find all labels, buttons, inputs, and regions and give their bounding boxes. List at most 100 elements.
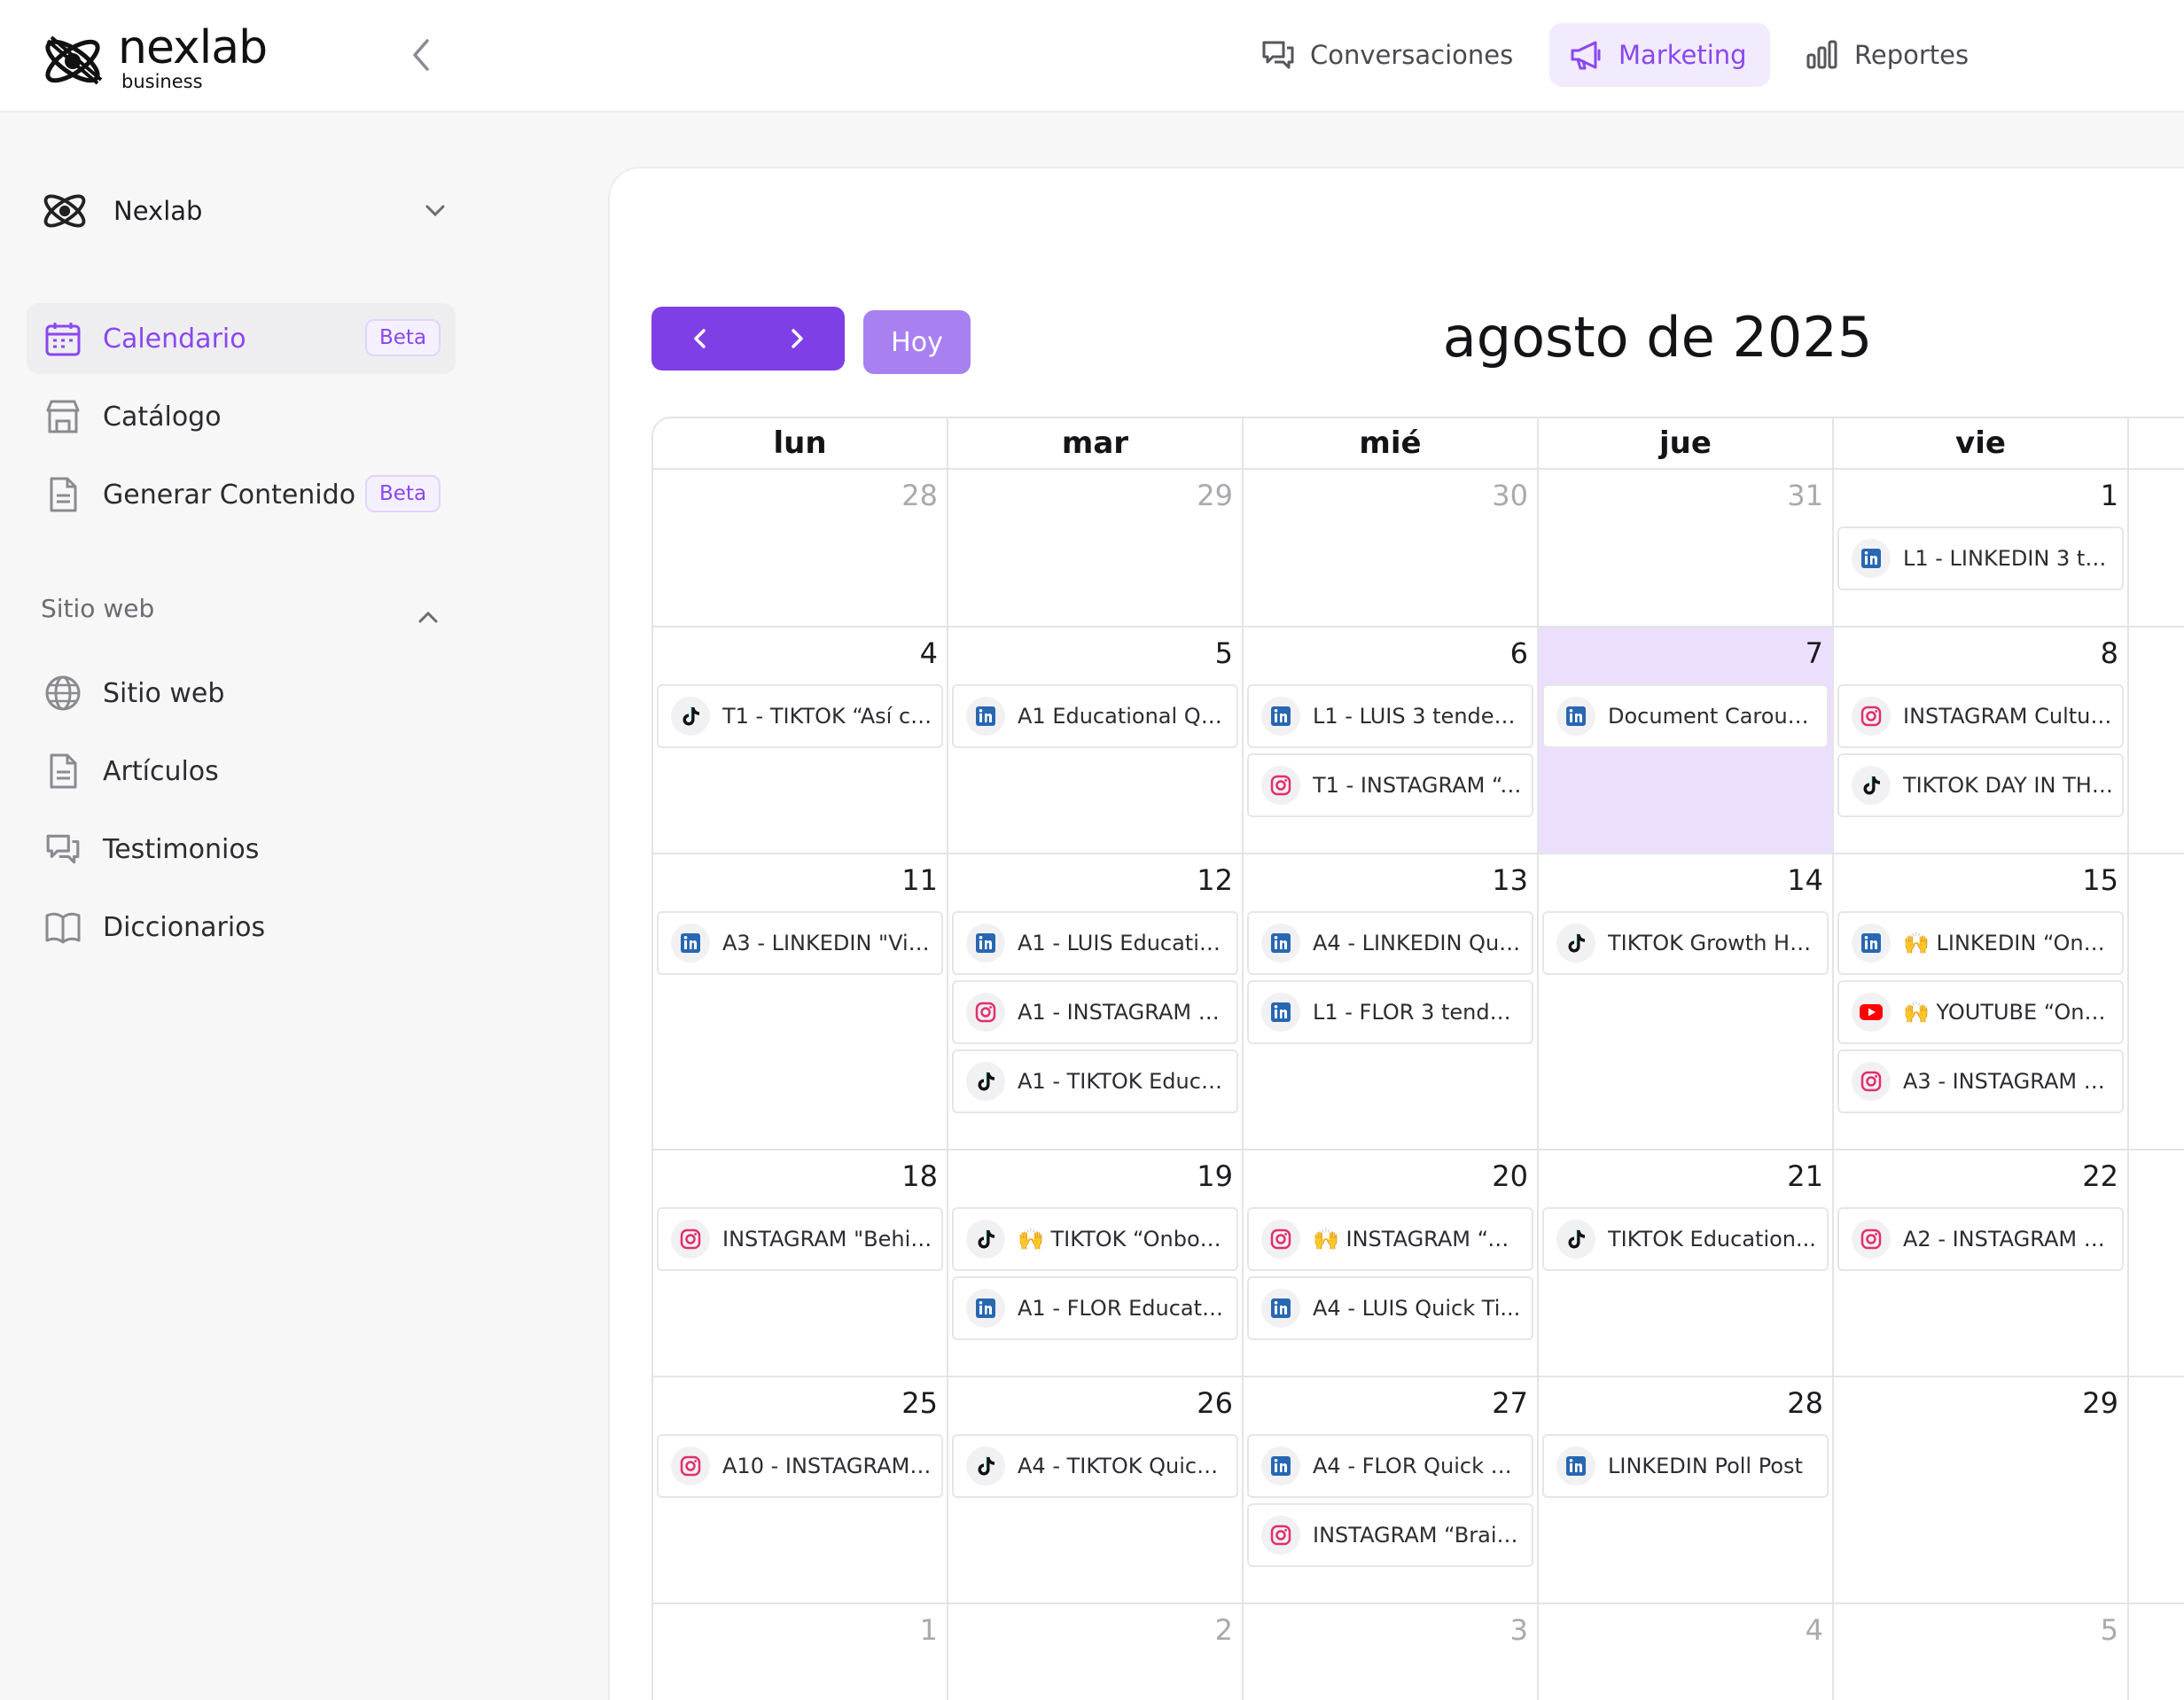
calendar-day-cell[interactable]: 26 A4 - TIKTOK Quick ...: [948, 1377, 1244, 1604]
calendar-day-cell[interactable]: 25 A10 - INSTAGRAM ...: [653, 1377, 948, 1604]
event-title: L1 - LINKEDIN 3 ten...: [1903, 546, 2122, 571]
day-number: 22: [2082, 1159, 2118, 1193]
calendar-day-cell[interactable]: 5 A1 Educational Qui...: [948, 628, 1244, 854]
instagram-icon: [1852, 1220, 1891, 1259]
linkedin-icon: [1852, 924, 1891, 963]
linkedin-icon: [1261, 924, 1300, 963]
linkedin-icon: [966, 1289, 1005, 1328]
calendar-day-cell[interactable]: 1 L1 - LINKEDIN 3 ten...: [1834, 470, 2129, 628]
document-icon: [50, 477, 77, 512]
calendar-event[interactable]: INSTAGRAM “Brain...: [1247, 1503, 1533, 1567]
sidebar-item-generar-contenido[interactable]: Generar Contenido Beta: [27, 459, 456, 530]
calendar-day-cell[interactable]: 29: [1834, 1377, 2129, 1604]
calendar-event[interactable]: 🙌 YOUTUBE “Onbo...: [1837, 980, 2124, 1044]
calendar-day-cell[interactable]: 18 INSTAGRAM "Behin...: [653, 1150, 948, 1377]
calendar-day-cell[interactable]: 12 A1 - LUIS Educatio... A1 - INSTAGRAM S.…: [948, 854, 1244, 1150]
sidebar-item-diccionarios[interactable]: Diccionarios: [27, 892, 456, 963]
megaphone-icon: [1571, 41, 1601, 70]
nav-reportes[interactable]: Reportes: [1785, 23, 1992, 87]
day-number: 3: [1509, 1613, 1528, 1647]
calendar-day-cell[interactable]: 27 A4 - FLOR Quick Ti... INSTAGRAM “Brain.…: [1244, 1377, 1539, 1604]
calendar-day-cell[interactable]: 4: [1539, 1604, 1834, 1700]
calendar-event[interactable]: L1 - LINKEDIN 3 ten...: [1837, 526, 2124, 590]
month-title: agosto de 2025: [1442, 305, 1873, 370]
event-title: TIKTOK DAY IN THE ...: [1903, 773, 2122, 798]
calendar-event[interactable]: TIKTOK Education...: [1542, 1207, 1829, 1271]
calendar-day-cell[interactable]: 8 INSTAGRAM Cultur... TIKTOK DAY IN THE ..…: [1834, 628, 2129, 854]
calendar-event[interactable]: A4 - TIKTOK Quick ...: [952, 1434, 1238, 1498]
calendar-day-cell[interactable]: 6 L1 - LUIS 3 tendenc... T1 - INSTAGRAM “A…: [1244, 628, 1539, 854]
event-title: Document Carous...: [1608, 704, 1820, 729]
calendar-event[interactable]: L1 - FLOR 3 tenden...: [1247, 980, 1533, 1044]
calendar-event[interactable]: A1 - FLOR Educatio...: [952, 1276, 1238, 1340]
calendar-event[interactable]: INSTAGRAM "Behin...: [657, 1207, 943, 1271]
calendar-day-cell[interactable]: 29: [948, 470, 1244, 628]
calendar-event[interactable]: A4 - LINKEDIN Quic...: [1247, 911, 1533, 975]
linkedin-icon: [671, 924, 710, 963]
calendar-event[interactable]: TIKTOK Growth Ha...: [1542, 911, 1829, 975]
calendar-day-cell[interactable]: 22 A2 - INSTAGRAM E...: [1834, 1150, 2129, 1377]
calendar-day-cell[interactable]: 1: [653, 1604, 948, 1700]
today-button[interactable]: Hoy: [863, 310, 971, 374]
calendar-event[interactable]: A4 - FLOR Quick Ti...: [1247, 1434, 1533, 1498]
day-number: 2: [1214, 1613, 1233, 1647]
calendar-event[interactable]: A10 - INSTAGRAM ...: [657, 1434, 943, 1498]
calendar-event[interactable]: A2 - INSTAGRAM E...: [1837, 1207, 2124, 1271]
calendar-day-cell[interactable]: 14 TIKTOK Growth Ha...: [1539, 854, 1834, 1150]
calendar-day-cell[interactable]: 2: [948, 1604, 1244, 1700]
calendar-day-cell[interactable]: 15 🙌 LINKEDIN “Onbo... 🙌 YOUTUBE “Onbo... A…: [1834, 854, 2129, 1150]
event-title: INSTAGRAM “Brain...: [1313, 1523, 1531, 1548]
day-number: 13: [1492, 863, 1528, 897]
nav-conversaciones[interactable]: Conversaciones: [1241, 23, 1536, 87]
calendar-event[interactable]: 🙌 INSTAGRAM “On...: [1247, 1207, 1533, 1271]
sidebar-item-sitio-web[interactable]: Sitio web: [27, 658, 456, 729]
calendar-event[interactable]: A1 - LUIS Educatio...: [952, 911, 1238, 975]
nav-marketing[interactable]: Marketing: [1549, 23, 1770, 87]
calendar-day-cell[interactable]: 21 TIKTOK Education...: [1539, 1150, 1834, 1377]
calendar-event[interactable]: A1 - INSTAGRAM S...: [952, 980, 1238, 1044]
calendar-event[interactable]: 🙌 LINKEDIN “Onbo...: [1837, 911, 2124, 975]
calendar-day-cell[interactable]: 28 LINKEDIN Poll Post: [1539, 1377, 1834, 1604]
sidebar-section-sitio-web[interactable]: Sitio web: [41, 594, 440, 636]
next-month-button[interactable]: [748, 307, 845, 370]
calendar-event[interactable]: A1 Educational Qui...: [952, 684, 1238, 748]
brand-name: nexlab: [118, 21, 268, 74]
calendar-event[interactable]: L1 - LUIS 3 tendenc...: [1247, 684, 1533, 748]
calendar-day-cell[interactable]: 19 🙌 TIKTOK “Onboar... A1 - FLOR Educatio.…: [948, 1150, 1244, 1377]
collapse-sidebar-button[interactable]: [404, 35, 440, 74]
calendar-event[interactable]: A3 - INSTAGRAM S...: [1837, 1049, 2124, 1113]
nav-reportes-label: Reportes: [1854, 40, 1970, 70]
book-icon: [45, 912, 81, 944]
calendar-day-cell[interactable]: 28: [653, 470, 948, 628]
workspace-selector[interactable]: Nexlab: [39, 183, 447, 239]
prev-month-button[interactable]: [651, 307, 748, 370]
day-number: 4: [1805, 1613, 1823, 1647]
sidebar-item-calendario[interactable]: Calendario Beta: [27, 303, 456, 374]
calendar-event[interactable]: T1 - INSTAGRAM “A...: [1247, 753, 1533, 817]
calendar-day-cell[interactable]: 30: [1244, 470, 1539, 628]
calendar-event[interactable]: 🙌 TIKTOK “Onboar...: [952, 1207, 1238, 1271]
calendar-event[interactable]: Document Carous...: [1542, 684, 1829, 748]
calendar-event[interactable]: A3 - LINKEDIN "Vier...: [657, 911, 943, 975]
calendar-day-cell[interactable]: 20 🙌 INSTAGRAM “On... A4 - LUIS Quick Ti..…: [1244, 1150, 1539, 1377]
calendar-day-cell[interactable]: 31: [1539, 470, 1834, 628]
event-title: 🙌 LINKEDIN “Onbo...: [1903, 931, 2122, 955]
calendar-day-cell[interactable]: 3: [1244, 1604, 1539, 1700]
calendar-day-cell[interactable]: 13 A4 - LINKEDIN Quic... L1 - FLOR 3 tende…: [1244, 854, 1539, 1150]
calendar-event[interactable]: A1 - TIKTOK Educa...: [952, 1049, 1238, 1113]
calendar-event[interactable]: A4 - LUIS Quick Ti...: [1247, 1276, 1533, 1340]
calendar-event[interactable]: INSTAGRAM Cultur...: [1837, 684, 2124, 748]
calendar-day-cell[interactable]: 11 A3 - LINKEDIN "Vier...: [653, 854, 948, 1150]
sidebar-item-testimonios[interactable]: Testimonios: [27, 814, 456, 885]
calendar-day-cell[interactable]: 4 T1 - TIKTOK “Así cr...: [653, 628, 948, 854]
day-number: 5: [2100, 1613, 2118, 1647]
calendar-event[interactable]: LINKEDIN Poll Post: [1542, 1434, 1829, 1498]
calendar-day-cell[interactable]: 5: [1834, 1604, 2129, 1700]
calendar-day-cell[interactable]: 7 Document Carous...: [1539, 628, 1834, 854]
calendar-event[interactable]: T1 - TIKTOK “Así cr...: [657, 684, 943, 748]
sidebar-item-articulos[interactable]: Artículos: [27, 736, 456, 807]
instagram-icon: [1261, 766, 1300, 805]
calendar-event[interactable]: TIKTOK DAY IN THE ...: [1837, 753, 2124, 817]
event-title: LINKEDIN Poll Post: [1608, 1454, 1803, 1478]
sidebar-item-catalogo[interactable]: Catálogo: [27, 381, 456, 452]
